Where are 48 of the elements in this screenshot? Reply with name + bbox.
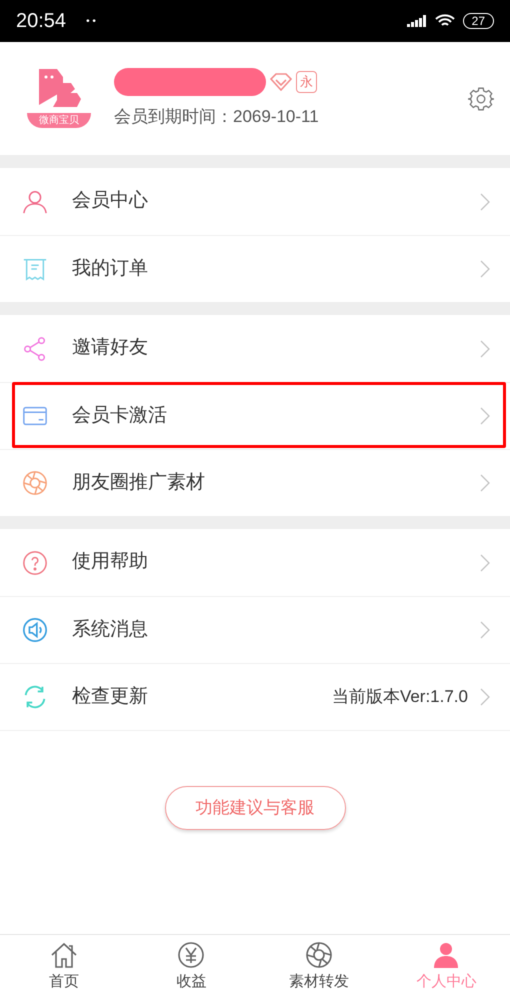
refresh-icon xyxy=(22,684,48,710)
settings-icon[interactable] xyxy=(468,86,494,112)
diamond-icon xyxy=(270,72,292,91)
help-icon xyxy=(22,550,48,576)
notification-dots: • • xyxy=(86,14,96,28)
tab-item[interactable]: 首页 xyxy=(0,935,128,1000)
home-icon xyxy=(50,941,78,970)
menu-label: 检查更新 xyxy=(72,684,148,709)
chevron-right-icon xyxy=(480,688,490,706)
share-icon xyxy=(22,336,48,362)
battery-indicator: 27 xyxy=(462,13,494,29)
membership-badge: 永 xyxy=(296,70,317,93)
chevron-right-icon xyxy=(480,192,490,210)
menu-item[interactable]: 检查更新 当前版本Ver:1.7.0 xyxy=(0,663,510,730)
yuan-icon xyxy=(177,941,206,970)
menu-item[interactable]: 邀请好友 xyxy=(0,315,510,382)
menu-label: 我的订单 xyxy=(72,256,148,281)
person-icon xyxy=(432,941,460,970)
expiry-text: 会员到期时间：2069-10-11 xyxy=(114,106,319,128)
aperture-icon xyxy=(304,941,333,970)
chevron-right-icon xyxy=(480,554,490,572)
menu-label: 会员卡激活 xyxy=(72,404,167,428)
speaker-icon xyxy=(22,617,48,643)
aperture-icon xyxy=(22,470,48,496)
menu-item[interactable]: 会员卡激活 xyxy=(0,382,510,449)
status-time: 20:54 xyxy=(16,9,66,34)
chevron-right-icon xyxy=(480,407,490,425)
chevron-right-icon xyxy=(480,621,490,639)
signal-icon xyxy=(406,15,427,27)
logo-text: 微商宝贝 xyxy=(27,113,91,128)
person-icon xyxy=(22,188,48,214)
chevron-right-icon xyxy=(480,340,490,358)
menu-item[interactable]: 系统消息 xyxy=(0,596,510,663)
menu-item[interactable]: 会员中心 xyxy=(0,168,510,235)
tab-item[interactable]: 收益 xyxy=(128,935,255,1000)
chevron-right-icon xyxy=(480,474,490,492)
chevron-right-icon xyxy=(480,260,490,278)
receipt-icon xyxy=(22,256,48,282)
menu-label: 系统消息 xyxy=(72,618,148,642)
tab-item[interactable]: 素材转发 xyxy=(255,935,382,1000)
menu-label: 邀请好友 xyxy=(72,336,148,360)
menu-item[interactable]: 使用帮助 xyxy=(0,529,510,596)
menu-label: 会员中心 xyxy=(72,189,148,214)
version-text: 当前版本Ver:1.7.0 xyxy=(332,686,468,708)
menu-label: 朋友圈推广素材 xyxy=(72,470,205,495)
menu-label: 使用帮助 xyxy=(72,550,148,574)
menu-item[interactable]: 我的订单 xyxy=(0,235,510,302)
menu-item[interactable]: 朋友圈推广素材 xyxy=(0,449,510,516)
